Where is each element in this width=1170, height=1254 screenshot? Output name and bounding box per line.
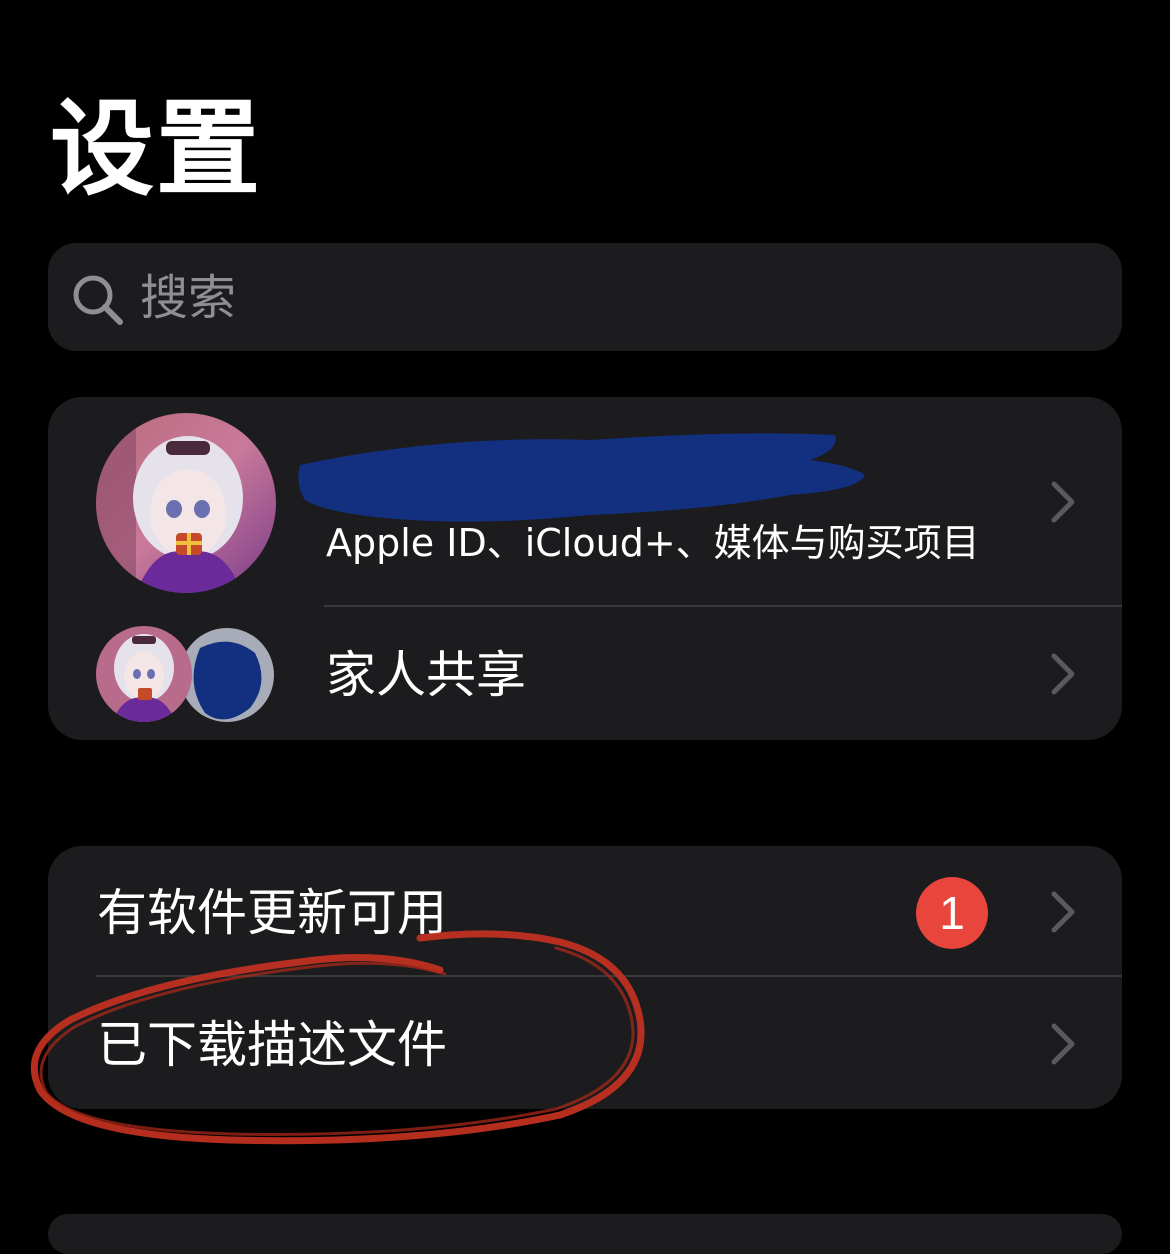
search-icon — [73, 275, 123, 325]
chevron-right-icon — [1051, 653, 1075, 695]
avatar-image — [96, 413, 276, 593]
search-placeholder: 搜索 — [140, 270, 237, 326]
software-update-label[interactable]: 有软件更新可用 — [97, 882, 447, 944]
redaction-scribble — [298, 433, 865, 522]
settings-group — [48, 1214, 1122, 1254]
account-subtitle: Apple ID、iCloud+、媒体与购买项目 — [326, 521, 980, 565]
chevron-right-icon — [1051, 1023, 1075, 1065]
separator — [324, 605, 1122, 607]
avatar — [96, 626, 192, 722]
chevron-right-icon — [1051, 481, 1075, 523]
chevron-right-icon — [1051, 891, 1075, 933]
profile-downloaded-label[interactable]: 已下载描述文件 — [97, 1014, 447, 1076]
separator — [96, 975, 1122, 977]
page-title: 设置 — [50, 88, 263, 210]
notification-badge: 1 — [916, 877, 988, 949]
family-member-avatar — [178, 626, 276, 724]
avatar[interactable] — [96, 413, 276, 593]
family-sharing-label[interactable]: 家人共享 — [326, 644, 526, 706]
